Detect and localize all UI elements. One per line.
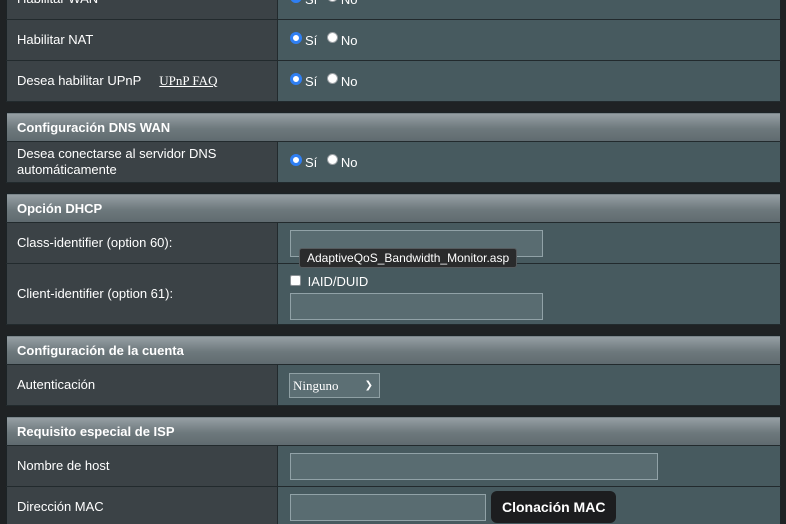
auto-dns-row: Desea conectarse al servidor DNS automát… <box>6 141 781 183</box>
enable-upnp-label: Desea habilitar UPnP <box>17 73 142 88</box>
enable-upnp-no-radio[interactable] <box>326 73 338 85</box>
enable-nat-no-label[interactable]: No <box>341 33 358 48</box>
enable-nat-yes-label[interactable]: Sí <box>305 33 317 48</box>
url-tooltip: AdaptiveQoS_Bandwidth_Monitor.asp <box>299 248 518 268</box>
wan-dns-title: Configuración DNS WAN <box>6 112 781 142</box>
hostname-cell <box>277 445 781 487</box>
hostname-label: Nombre de host <box>6 445 278 487</box>
mac-address-label: Dirección MAC <box>6 486 278 524</box>
mac-address-cell: Clonación MAC <box>277 486 781 524</box>
chevron-down-icon: ❯ <box>364 379 373 391</box>
auto-dns-yes-label[interactable]: Sí <box>305 155 317 170</box>
class-id-label: Class-identifier (option 60): <box>6 222 278 264</box>
dhcp-option-title: Opción DHCP <box>6 193 781 223</box>
wan-dns-header: Configuración DNS WAN <box>6 112 781 142</box>
account-title: Configuración de la cuenta <box>6 335 781 365</box>
enable-upnp-options: Sí No <box>277 60 781 102</box>
enable-upnp-yes-radio[interactable] <box>290 72 302 85</box>
hostname-row: Nombre de host <box>6 445 781 487</box>
enable-nat-options: Sí No <box>277 19 781 61</box>
auto-dns-yes-radio[interactable] <box>290 153 302 166</box>
enable-upnp-no-label[interactable]: No <box>341 74 358 89</box>
iaid-duid-option: IAID/DUID <box>290 274 780 289</box>
enable-wan-label: Habilitar WAN <box>6 0 278 20</box>
auth-cell: Ninguno ❯ <box>277 364 781 406</box>
iaid-duid-checkbox[interactable] <box>290 275 301 287</box>
auto-dns-no-radio[interactable] <box>326 154 338 166</box>
dhcp-option-header: Opción DHCP <box>6 193 781 223</box>
auth-row: Autenticación Ninguno ❯ <box>6 364 781 406</box>
auth-label: Autenticación <box>6 364 278 406</box>
enable-wan-yes-radio[interactable] <box>290 0 302 3</box>
enable-upnp-row: Desea habilitar UPnP UPnP FAQ Sí No <box>6 60 781 102</box>
hostname-input[interactable] <box>290 452 658 480</box>
mac-address-row: Dirección MAC Clonación MAC <box>6 486 781 524</box>
enable-wan-no-radio[interactable] <box>326 0 338 3</box>
auto-dns-options: Sí No <box>277 141 781 183</box>
isp-requirement-table: Requisito especial de ISP Nombre de host… <box>6 416 781 524</box>
enable-wan-no-label[interactable]: No <box>341 0 358 7</box>
enable-nat-no-radio[interactable] <box>326 32 338 44</box>
account-table: Configuración de la cuenta Autenticación… <box>6 335 781 406</box>
client-id-label: Client-identifier (option 61): <box>6 263 278 325</box>
upnp-faq-link[interactable]: UPnP FAQ <box>159 73 217 88</box>
enable-upnp-label-cell: Desea habilitar UPnP UPnP FAQ <box>6 60 278 102</box>
wan-basic-table: Habilitar WAN Sí No Habilitar NAT Sí No … <box>6 0 781 102</box>
auto-dns-no-label[interactable]: No <box>341 155 358 170</box>
mac-address-input[interactable] <box>290 493 486 521</box>
isp-requirement-header: Requisito especial de ISP <box>6 416 781 446</box>
client-id-cell: IAID/DUID <box>277 263 781 325</box>
enable-upnp-yes-label[interactable]: Sí <box>305 74 317 89</box>
enable-nat-row: Habilitar NAT Sí No <box>6 19 781 61</box>
wan-dns-table: Configuración DNS WAN Desea conectarse a… <box>6 112 781 183</box>
enable-wan-row: Habilitar WAN Sí No <box>6 0 781 20</box>
enable-wan-yes-label[interactable]: Sí <box>305 0 317 7</box>
client-id-input[interactable] <box>290 293 543 320</box>
auth-select-value: Ninguno <box>293 377 339 393</box>
account-header: Configuración de la cuenta <box>6 335 781 365</box>
auth-select[interactable]: Ninguno ❯ <box>289 372 380 398</box>
enable-nat-yes-radio[interactable] <box>290 31 302 44</box>
enable-nat-label: Habilitar NAT <box>6 19 278 61</box>
client-id-row: Client-identifier (option 61): IAID/DUID <box>6 263 781 325</box>
iaid-duid-label[interactable]: IAID/DUID <box>308 274 369 289</box>
auto-dns-label: Desea conectarse al servidor DNS automát… <box>6 141 278 183</box>
isp-requirement-title: Requisito especial de ISP <box>6 416 781 446</box>
mac-clone-button[interactable]: Clonación MAC <box>491 491 617 523</box>
enable-wan-options: Sí No <box>277 0 781 20</box>
